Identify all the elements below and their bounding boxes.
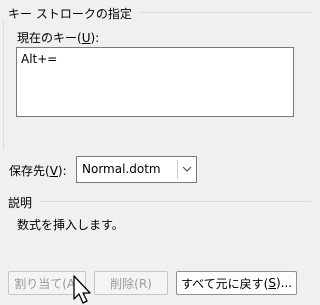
- keystroke-group-title: キー ストロークの指定: [8, 7, 132, 21]
- current-keys-label: 現在のキー(U):: [17, 29, 99, 46]
- remove-button[interactable]: 削除(R): [94, 271, 168, 295]
- save-in-dropdown[interactable]: Normal.dotm: [76, 156, 197, 183]
- reset-all-mnemonic: S: [268, 276, 276, 290]
- mouse-pointer-icon: [73, 275, 91, 304]
- current-key-item[interactable]: Alt+=: [21, 52, 289, 66]
- save-in-label-text: 保存先(: [9, 164, 50, 178]
- group-left-border: [3, 20, 4, 150]
- description-divider: [40, 201, 311, 202]
- save-in-label: 保存先(V):: [9, 162, 67, 179]
- save-in-selected-value: Normal.dotm: [82, 162, 161, 176]
- group-divider: [140, 12, 311, 13]
- reset-all-button[interactable]: すべて元に戻す(S)...: [176, 271, 297, 295]
- current-keys-list[interactable]: Alt+=: [16, 47, 294, 117]
- chevron-down-icon[interactable]: [182, 165, 192, 173]
- save-in-mnemonic: V: [49, 164, 58, 178]
- save-in-label-suffix: ):: [57, 164, 67, 178]
- reset-all-label-text: すべて元に戻す(: [180, 276, 269, 291]
- description-text: 数式を挿入します。: [17, 218, 124, 232]
- dropdown-divider: [177, 160, 178, 179]
- current-keys-label-suffix: ):: [90, 31, 100, 45]
- description-title: 説明: [8, 196, 33, 210]
- current-keys-label-text: 現在のキー(: [17, 31, 82, 45]
- reset-all-label-suffix: )...: [275, 276, 293, 290]
